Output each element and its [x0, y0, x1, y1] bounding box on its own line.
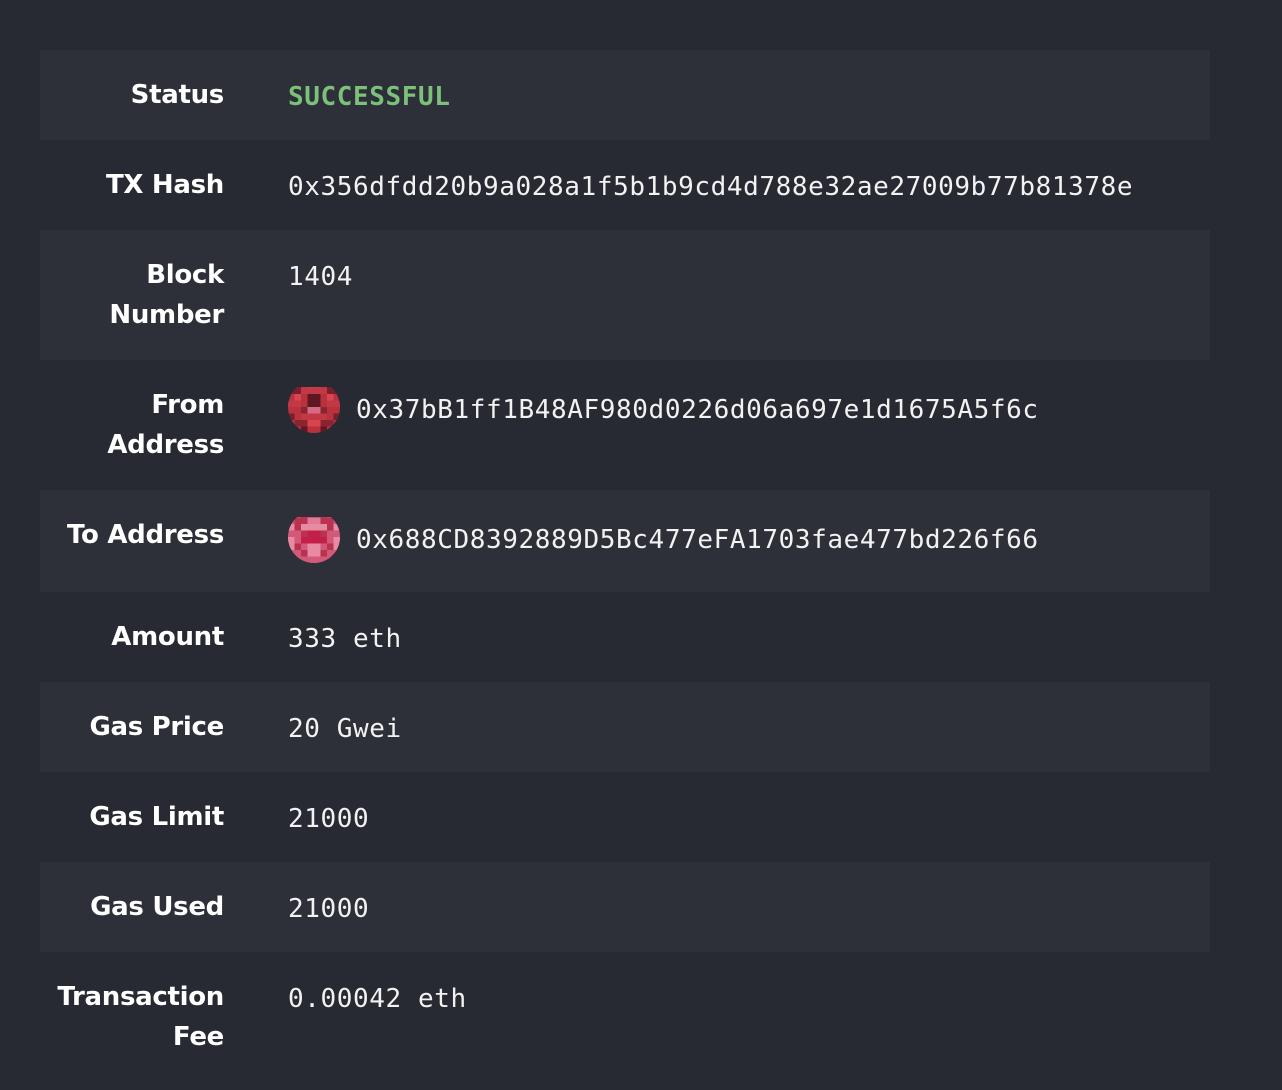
transaction-details: Status SUCCESSFUL TX Hash 0x356dfdd20b9a… — [40, 50, 1210, 1052]
amount-value: 333 eth — [288, 619, 1210, 659]
row-from-address: From Address 0x37bB1ff1B48AF980d0226d06a… — [40, 360, 1210, 490]
gas-used-label: Gas Used — [90, 892, 224, 922]
from-address-value: 0x37bB1ff1B48AF980d0226d06a697e1d1675A5f… — [288, 387, 1210, 433]
blockie-avatar-icon — [288, 517, 340, 563]
gas-used-text: 21000 — [288, 894, 370, 924]
gas-price-label: Gas Price — [89, 712, 224, 742]
block-number-value: 1404 — [288, 257, 1210, 297]
amount-label: Amount — [111, 622, 224, 652]
tx-hash-label: TX Hash — [105, 170, 224, 200]
to-address-text[interactable]: 0x688CD8392889D5Bc477eFA1703fae477bd226f… — [356, 520, 1039, 560]
gas-used-value: 21000 — [288, 889, 1210, 929]
gas-limit-text: 21000 — [288, 804, 370, 834]
row-gas-price: Gas Price 20 Gwei — [40, 682, 1210, 772]
row-amount: Amount 333 eth — [40, 592, 1210, 682]
to-address-label: To Address — [67, 520, 224, 550]
transaction-fee-value: 0.00042 eth — [288, 979, 1210, 1019]
row-block-number: Block Number 1404 — [40, 230, 1210, 360]
gas-price-value: 20 Gwei — [288, 709, 1210, 749]
from-address-text[interactable]: 0x37bB1ff1B48AF980d0226d06a697e1d1675A5f… — [356, 390, 1039, 430]
status-value: SUCCESSFUL — [288, 77, 1210, 117]
block-number-label: Block Number — [109, 260, 224, 330]
row-transaction-fee: Transaction Fee 0.00042 eth — [40, 952, 1210, 1052]
to-address-value: 0x688CD8392889D5Bc477eFA1703fae477bd226f… — [288, 517, 1210, 563]
status-text: SUCCESSFUL — [288, 82, 451, 112]
block-number-text[interactable]: 1404 — [288, 257, 353, 297]
status-label: Status — [130, 80, 225, 110]
row-gas-used: Gas Used 21000 — [40, 862, 1210, 952]
transaction-fee-text: 0.00042 eth — [288, 984, 467, 1014]
gas-price-text: 20 Gwei — [288, 714, 402, 744]
tx-hash-value: 0x356dfdd20b9a028a1f5b1b9cd4d788e32ae270… — [288, 167, 1210, 207]
tx-hash-text[interactable]: 0x356dfdd20b9a028a1f5b1b9cd4d788e32ae270… — [288, 167, 1133, 207]
from-address-label: From Address — [107, 390, 224, 460]
gas-limit-label: Gas Limit — [89, 802, 224, 832]
blockie-avatar-icon — [288, 387, 340, 433]
row-status: Status SUCCESSFUL — [40, 50, 1210, 140]
row-tx-hash: TX Hash 0x356dfdd20b9a028a1f5b1b9cd4d788… — [40, 140, 1210, 230]
transaction-fee-label: Transaction Fee — [57, 982, 224, 1052]
row-gas-limit: Gas Limit 21000 — [40, 772, 1210, 862]
row-to-address: To Address 0x688CD8392889D5Bc477eFA1703f… — [40, 490, 1210, 592]
amount-text: 333 eth — [288, 624, 402, 654]
gas-limit-value: 21000 — [288, 799, 1210, 839]
